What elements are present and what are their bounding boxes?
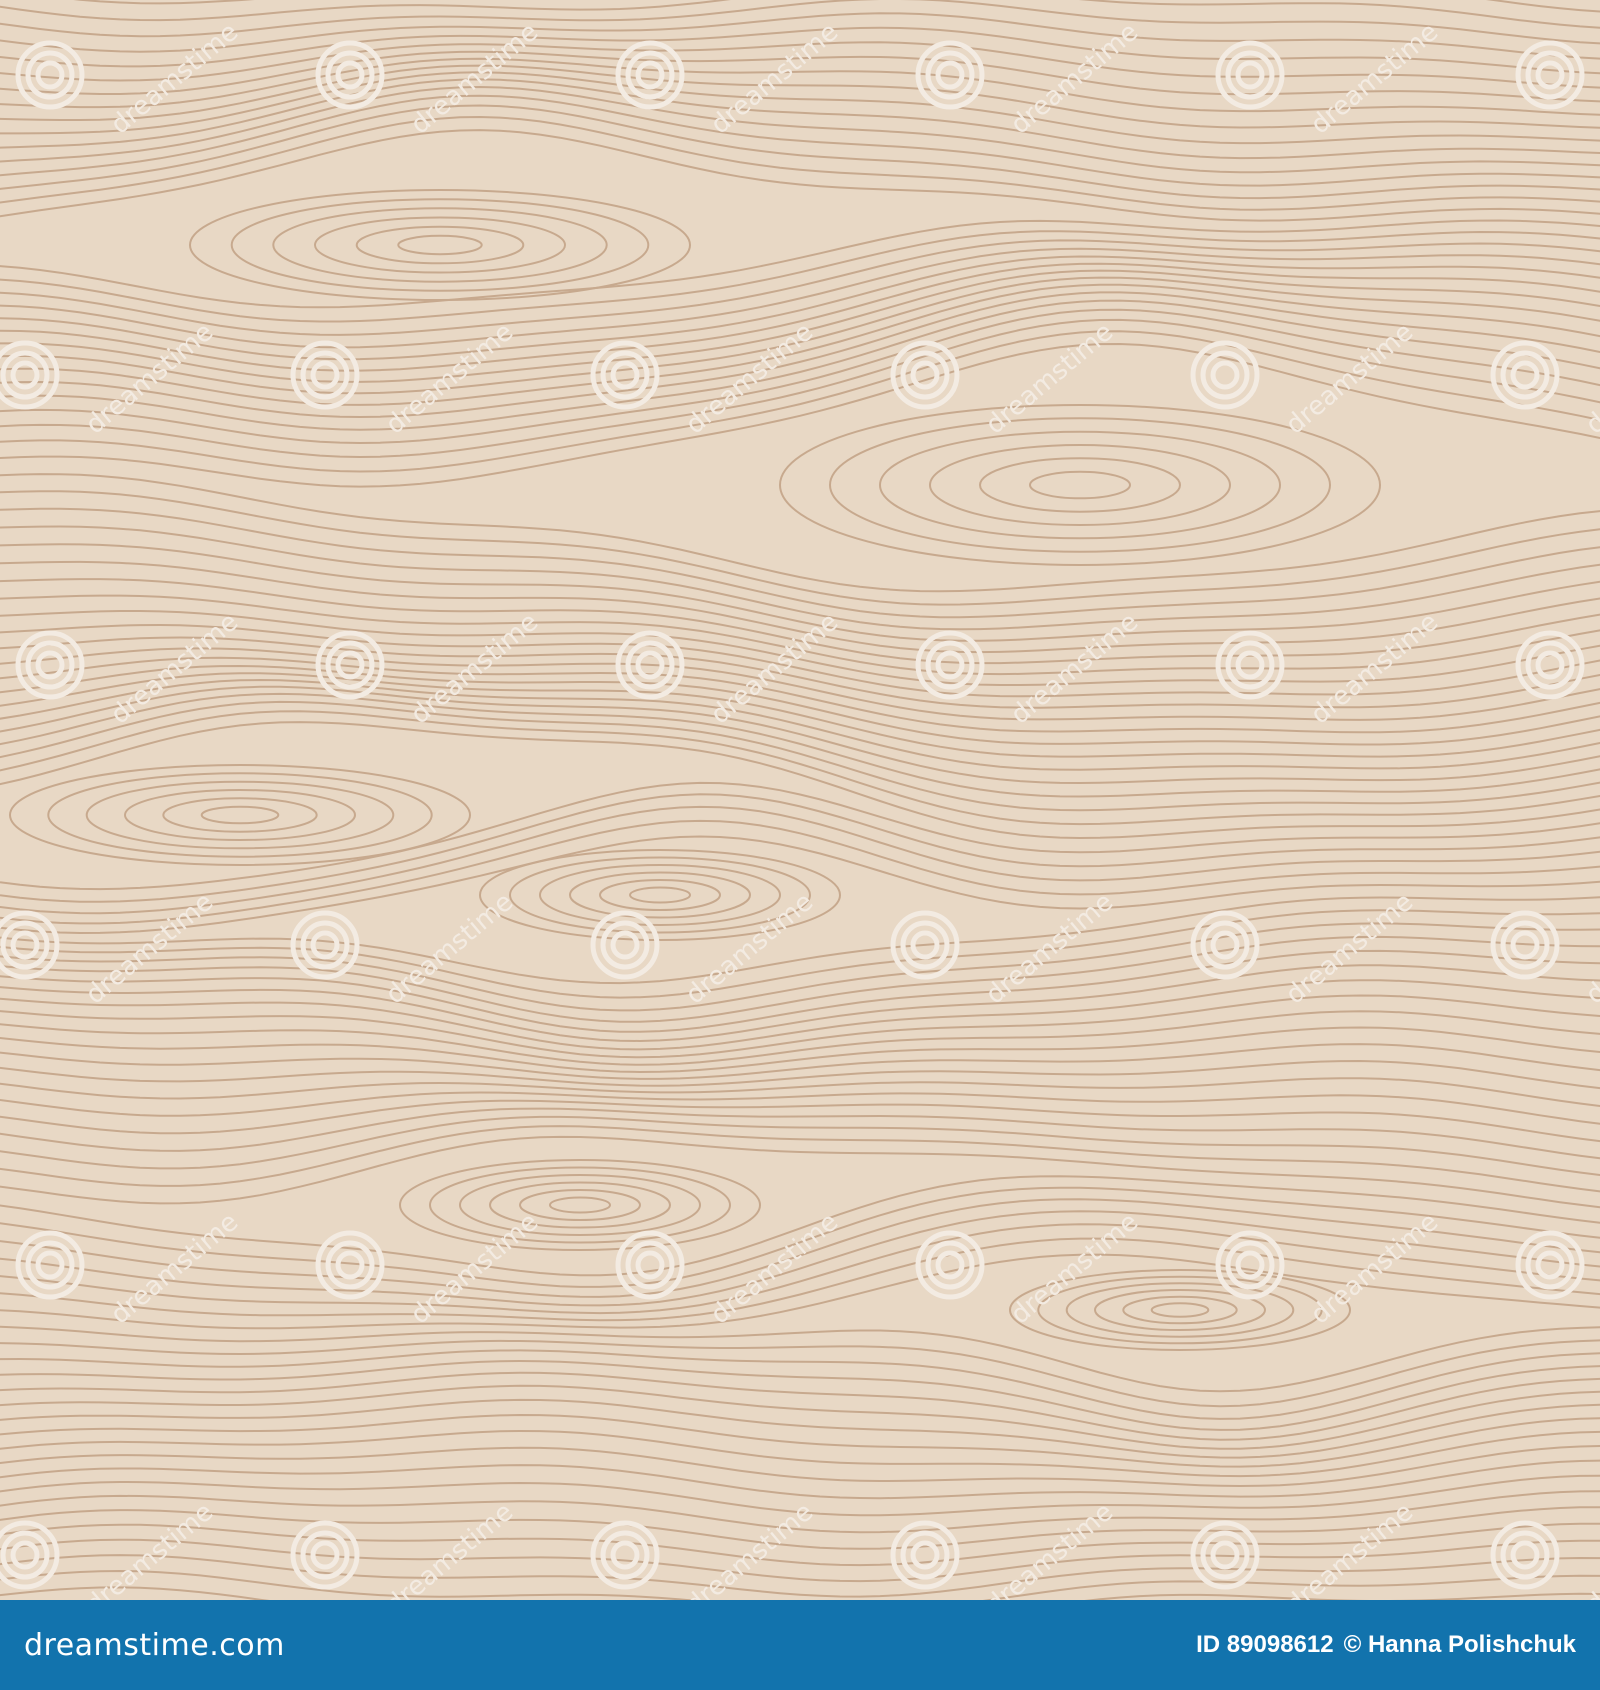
image-credit: ID 89098612 © Hanna Polishchuk: [1196, 1631, 1576, 1659]
image-id: ID 89098612: [1196, 1631, 1334, 1658]
brand-watermark: dreamstime.com: [24, 1627, 285, 1663]
wood-grain-texture: dreamstime dreamstime dreamstime dreamstime…: [0, 0, 1600, 1600]
wood-background: [0, 0, 1600, 1600]
image-stage: dreamstime dreamstime dreamstime dreamstime…: [0, 0, 1600, 1690]
credit-bar: dreamstime.com ID 89098612 © Hanna Polis…: [0, 1600, 1600, 1690]
author-credit: © Hanna Polishchuk: [1343, 1631, 1576, 1658]
